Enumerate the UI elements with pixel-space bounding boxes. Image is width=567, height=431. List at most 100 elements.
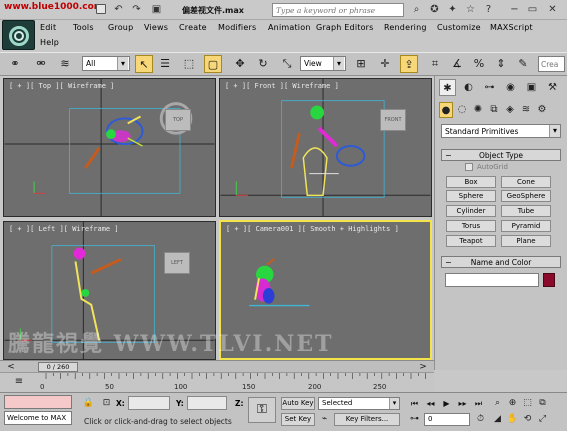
rotate-icon[interactable]: ↻ bbox=[254, 55, 272, 73]
close-icon[interactable]: ✕ bbox=[546, 3, 559, 16]
communication-icon[interactable]: ✦ bbox=[446, 3, 459, 16]
open-file-icon[interactable] bbox=[96, 4, 106, 14]
curve-editor-icon[interactable]: ≡ bbox=[10, 373, 28, 391]
teapot-button[interactable]: Teapot bbox=[446, 235, 496, 247]
viewport-front[interactable]: FRONT [ + ][ Front ][ Wireframe ] bbox=[219, 78, 432, 217]
systems-icon[interactable]: ⚙ bbox=[535, 102, 549, 118]
angle-snap-icon[interactable]: ∡ bbox=[448, 55, 466, 73]
field-of-view-icon[interactable]: ◢ bbox=[491, 413, 504, 426]
window-crossing-icon[interactable]: ▢ bbox=[204, 55, 222, 73]
zoom-icon[interactable]: ⌕ bbox=[491, 397, 504, 410]
menu-views[interactable]: Views bbox=[144, 23, 168, 32]
utilities-tab-icon[interactable]: ⚒ bbox=[544, 79, 561, 96]
help-icon[interactable]: ? bbox=[482, 3, 495, 16]
default-in-out-tangents-icon[interactable]: ⌁ bbox=[318, 413, 331, 426]
bind-spacewarp-icon[interactable]: ≋ bbox=[56, 55, 74, 73]
zoom-extents-icon[interactable]: ⬚ bbox=[521, 397, 534, 410]
key-mode-select[interactable]: Selected bbox=[318, 397, 400, 410]
percent-snap-icon[interactable]: % bbox=[470, 55, 488, 73]
pyramid-button[interactable]: Pyramid bbox=[501, 220, 551, 232]
menu-customize[interactable]: Customize bbox=[437, 23, 481, 32]
viewport-label[interactable]: [ + ][ Left ][ Wireframe ] bbox=[9, 225, 119, 233]
viewcube-top[interactable]: TOP bbox=[165, 109, 191, 131]
go-to-end-icon[interactable]: ⏭ bbox=[472, 397, 485, 410]
cameras-icon[interactable]: ⧉ bbox=[487, 102, 501, 118]
spinner-snap-icon[interactable]: ⇕ bbox=[492, 55, 510, 73]
keyboard-shortcut-icon[interactable]: ⇪ bbox=[400, 55, 418, 73]
helpers-icon[interactable]: ◈ bbox=[503, 102, 517, 118]
edit-named-selection-icon[interactable]: ✎ bbox=[514, 55, 532, 73]
shapes-icon[interactable]: ◌ bbox=[455, 102, 469, 118]
scale-icon[interactable]: ⤡ bbox=[278, 55, 296, 73]
hierarchy-tab-icon[interactable]: ⊶ bbox=[481, 79, 498, 96]
key-filters-button[interactable]: Key Filters... bbox=[334, 413, 400, 426]
maximize-icon[interactable]: ▭ bbox=[526, 3, 539, 16]
favorites-icon[interactable]: ☆ bbox=[464, 3, 477, 16]
subscription-icon[interactable]: ✪ bbox=[428, 3, 441, 16]
primitive-category-select[interactable]: Standard Primitives bbox=[441, 124, 561, 138]
snaps-icon[interactable]: ⌗ bbox=[426, 55, 444, 73]
maxscript-listener-input[interactable] bbox=[4, 395, 72, 409]
pan-view-icon[interactable]: ✋ bbox=[506, 413, 519, 426]
viewcube-front[interactable]: FRONT bbox=[380, 109, 406, 131]
maxscript-output[interactable]: Welcome to MAX bbox=[4, 411, 72, 425]
plane-button[interactable]: Plane bbox=[501, 235, 551, 247]
search-icon[interactable]: ⌕ bbox=[410, 3, 423, 16]
previous-key-icon[interactable]: ◂◂ bbox=[424, 397, 437, 410]
object-name-input[interactable] bbox=[445, 273, 539, 287]
time-slider[interactable]: < 0 / 260 > bbox=[0, 360, 434, 372]
geosphere-button[interactable]: GeoSphere bbox=[501, 190, 551, 202]
trackbar[interactable]: ≡ 0 50 100 150 200 250 bbox=[0, 372, 434, 392]
create-tab-icon[interactable]: ✱ bbox=[439, 79, 456, 96]
viewport-label[interactable]: [ + ][ Camera001 ][ Smooth + Highlights … bbox=[226, 225, 399, 233]
cone-button[interactable]: Cone bbox=[501, 176, 551, 188]
move-icon[interactable]: ✥ bbox=[231, 55, 249, 73]
motion-tab-icon[interactable]: ◉ bbox=[502, 79, 519, 96]
go-to-start-icon[interactable]: ⏮ bbox=[408, 397, 421, 410]
hold-icon[interactable]: ▣ bbox=[150, 3, 163, 16]
redo-icon[interactable]: ↷ bbox=[130, 3, 143, 16]
cylinder-button[interactable]: Cylinder bbox=[446, 205, 496, 217]
app-logo[interactable] bbox=[2, 20, 35, 50]
object-color-swatch[interactable] bbox=[543, 273, 555, 287]
torus-button[interactable]: Torus bbox=[446, 220, 496, 232]
play-icon[interactable]: ▶ bbox=[440, 397, 453, 410]
unlink-icon[interactable]: ⚮ bbox=[32, 55, 50, 73]
menu-graph-editors[interactable]: Graph Editors bbox=[316, 23, 374, 32]
menu-maxscript[interactable]: MAXScript bbox=[490, 23, 533, 32]
viewport-label[interactable]: [ + ][ Top ][ Wireframe ] bbox=[9, 82, 114, 90]
lock-selection-icon[interactable]: 🔒 bbox=[82, 397, 95, 410]
menu-group[interactable]: Group bbox=[108, 23, 133, 32]
minimize-icon[interactable]: − bbox=[508, 3, 521, 16]
x-coordinate-field[interactable] bbox=[128, 396, 170, 410]
key-mode-toggle-icon[interactable]: ⊶ bbox=[408, 413, 421, 426]
menu-modifiers[interactable]: Modifiers bbox=[218, 23, 256, 32]
box-button[interactable]: Box bbox=[446, 176, 496, 188]
menu-animation[interactable]: Animation bbox=[268, 23, 311, 32]
link-icon[interactable]: ⚭ bbox=[6, 55, 24, 73]
search-input[interactable]: Type a keyword or phrase bbox=[272, 3, 404, 17]
selection-filter-select[interactable]: All bbox=[82, 56, 130, 71]
rectangular-region-icon[interactable]: ⬚ bbox=[180, 55, 198, 73]
current-frame-field[interactable]: 0 bbox=[424, 413, 470, 426]
undo-icon[interactable]: ↶ bbox=[112, 3, 125, 16]
time-configuration-icon[interactable]: ⏱ bbox=[474, 413, 487, 426]
set-key-button[interactable]: Set Key bbox=[281, 413, 315, 426]
lights-icon[interactable]: ✺ bbox=[471, 102, 485, 118]
viewport-top[interactable]: TOP [ + ][ Top ][ Wireframe ] bbox=[3, 78, 216, 217]
y-coordinate-field[interactable] bbox=[187, 396, 227, 410]
select-by-name-icon[interactable]: ☰ bbox=[156, 55, 174, 73]
zoom-all-icon[interactable]: ⊕ bbox=[506, 397, 519, 410]
tube-button[interactable]: Tube bbox=[501, 205, 551, 217]
named-selection-input[interactable]: Crea bbox=[538, 56, 565, 72]
time-slider-thumb[interactable]: 0 / 260 bbox=[38, 362, 78, 372]
menu-rendering[interactable]: Rendering bbox=[384, 23, 427, 32]
viewcube-left[interactable]: LEFT bbox=[164, 252, 190, 274]
menu-edit[interactable]: Edit bbox=[40, 23, 56, 32]
next-key-icon[interactable]: ▸▸ bbox=[456, 397, 469, 410]
modify-tab-icon[interactable]: ◐ bbox=[460, 79, 477, 96]
select-object-icon[interactable]: ↖ bbox=[135, 55, 153, 73]
geometry-icon[interactable]: ● bbox=[439, 102, 453, 118]
display-tab-icon[interactable]: ▣ bbox=[523, 79, 540, 96]
maximize-viewport-icon[interactable]: ⤢ bbox=[536, 413, 549, 426]
